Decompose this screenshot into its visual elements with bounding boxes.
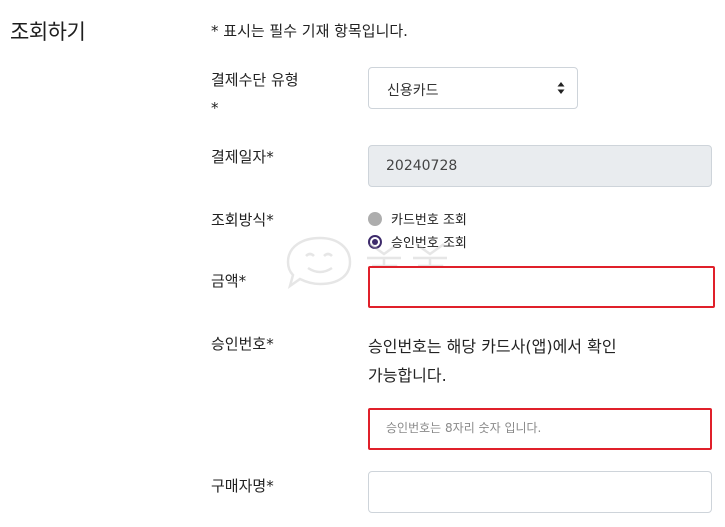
payment-date-field: 20240728 — [368, 145, 712, 187]
approval-help-line2: 가능합니다. — [368, 366, 447, 385]
page-title: 조회하기 — [10, 20, 86, 44]
payment-method-label-asterisk: * — [211, 99, 219, 117]
radio-unselected-indicator[interactable] — [368, 211, 382, 226]
amount-label: 금액* — [211, 272, 247, 290]
lookup-method-label: 조회방식* — [211, 211, 274, 229]
buyer-name-input[interactable] — [368, 471, 712, 513]
approval-number-input[interactable] — [384, 420, 688, 436]
radio-card-number-label: 카드번호 조회 — [391, 213, 467, 228]
payment-date-label: 결제일자* — [211, 148, 274, 166]
amount-input[interactable] — [368, 266, 715, 308]
buyer-name-label: 구매자명* — [211, 477, 274, 495]
payment-method-label-text: 결제수단 유형 — [211, 71, 299, 89]
payment-method-label: 결제수단 유형 * — [211, 66, 299, 122]
updown-arrows-icon — [557, 82, 565, 94]
approval-number-label: 승인번호* — [211, 335, 274, 353]
radio-card-number[interactable]: 카드번호 조회 — [368, 209, 467, 228]
payment-method-selected-value: 신용카드 — [387, 83, 439, 99]
approval-number-help: 승인번호는 해당 카드사(앱)에서 확인 가능합니다. — [368, 332, 668, 390]
approval-help-line1: 승인번호는 해당 카드사(앱)에서 확인 — [368, 337, 617, 356]
approval-number-field[interactable] — [368, 408, 712, 450]
payment-date-value: 20240728 — [386, 158, 458, 174]
required-fields-note: * 표시는 필수 기재 항목입니다. — [211, 22, 408, 40]
payment-method-select[interactable]: 신용카드 — [368, 67, 578, 109]
